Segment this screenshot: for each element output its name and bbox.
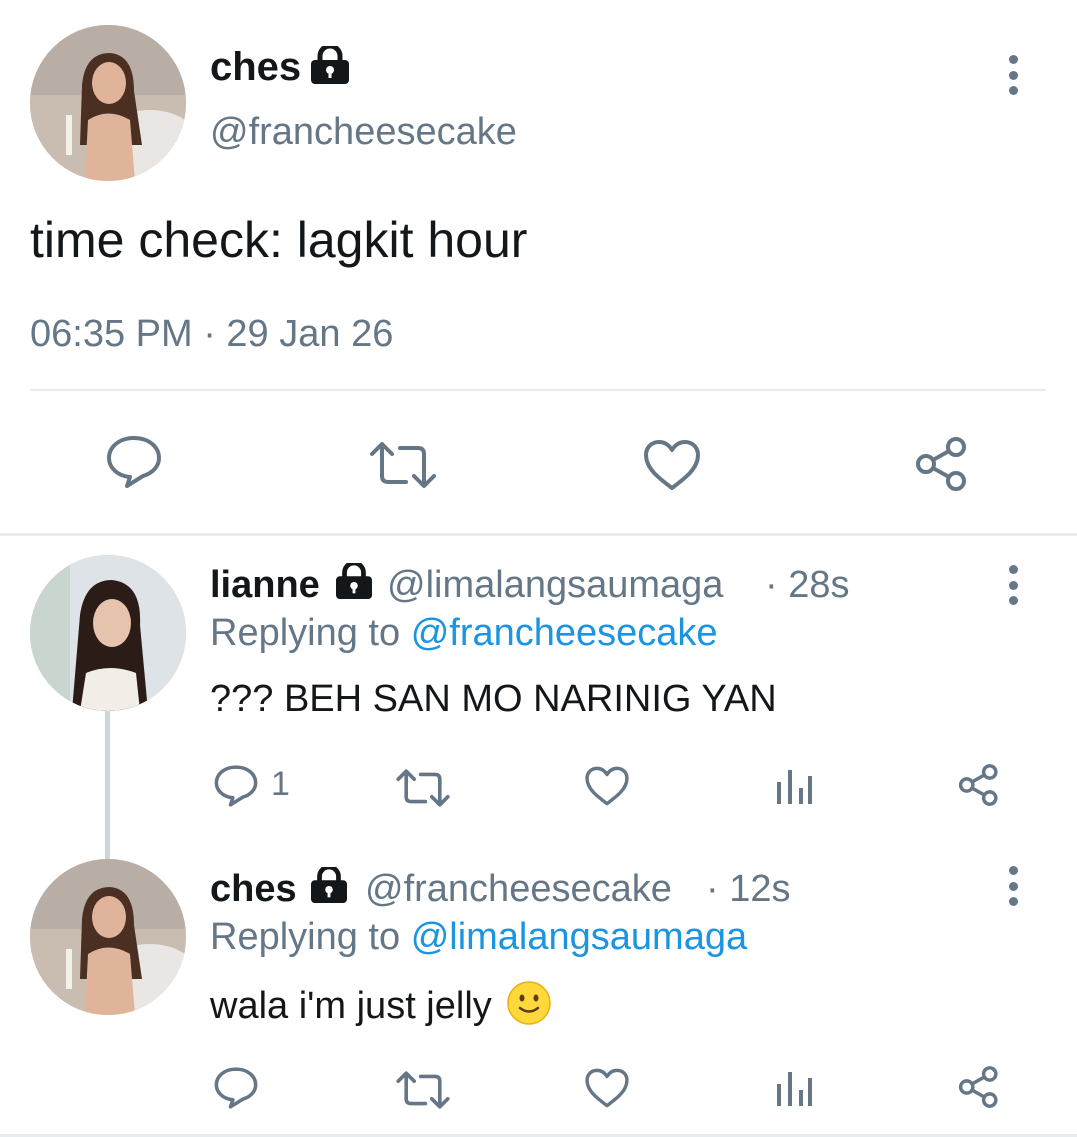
reply-avatar[interactable] (30, 555, 186, 711)
reply-icon[interactable] (213, 1066, 259, 1110)
reply-display-name[interactable]: lianne (210, 562, 320, 608)
tweet-timestamp[interactable]: 06:35 PM · 29 Jan 26 (30, 310, 393, 358)
divider (30, 389, 1046, 391)
reply-text: wala i'm just jelly (210, 985, 492, 1027)
more-options-icon[interactable] (1003, 565, 1023, 605)
reply-time[interactable]: · 12s (706, 866, 790, 912)
reply-icon[interactable] (213, 764, 259, 808)
replying-to-label: Replying to (210, 916, 401, 958)
replying-to: Replying to @francheesecake (210, 610, 718, 656)
reply-icon[interactable] (105, 434, 163, 490)
more-options-icon[interactable] (1003, 55, 1023, 95)
like-icon[interactable] (584, 1067, 630, 1109)
replying-to-handle[interactable]: @francheesecake (411, 612, 718, 654)
author-handle[interactable]: @francheesecake (210, 108, 517, 156)
reply-handle[interactable]: @francheesecake (365, 866, 672, 912)
retweet-icon[interactable] (395, 1070, 451, 1110)
share-icon[interactable] (956, 762, 1002, 808)
reply-text-row: wala i'm just jelly 🙂 (210, 980, 552, 1029)
section-divider (0, 533, 1077, 536)
lock-icon (333, 563, 375, 599)
replying-to-handle[interactable]: @limalangsaumaga (411, 916, 747, 958)
lock-icon (308, 46, 352, 84)
like-icon[interactable] (584, 765, 630, 807)
reply-display-name[interactable]: ches (210, 866, 297, 912)
author-avatar[interactable] (30, 25, 186, 181)
like-icon[interactable] (642, 438, 702, 492)
lock-icon (308, 867, 350, 903)
author-display-name[interactable]: ches (210, 43, 301, 91)
share-icon[interactable] (912, 434, 972, 494)
reply-handle[interactable]: @limalangsaumaga (387, 562, 723, 608)
reply-count: 1 (271, 765, 290, 803)
replying-to-label: Replying to (210, 612, 401, 654)
more-options-icon[interactable] (1003, 866, 1023, 906)
analytics-icon[interactable] (774, 766, 814, 806)
tweet-text: time check: lagkit hour (30, 212, 528, 268)
replying-to: Replying to @limalangsaumaga (210, 914, 747, 960)
thread-line (105, 711, 110, 859)
slight-smile-icon (507, 981, 552, 1025)
retweet-icon[interactable] (368, 440, 438, 490)
reply-avatar[interactable] (30, 859, 186, 1015)
retweet-icon[interactable] (395, 768, 451, 808)
analytics-icon[interactable] (774, 1068, 814, 1108)
reply-text: ??? BEH SAN MO NARINIG YAN (210, 678, 777, 720)
reply-time[interactable]: · 28s (765, 562, 849, 608)
share-icon[interactable] (956, 1064, 1002, 1110)
